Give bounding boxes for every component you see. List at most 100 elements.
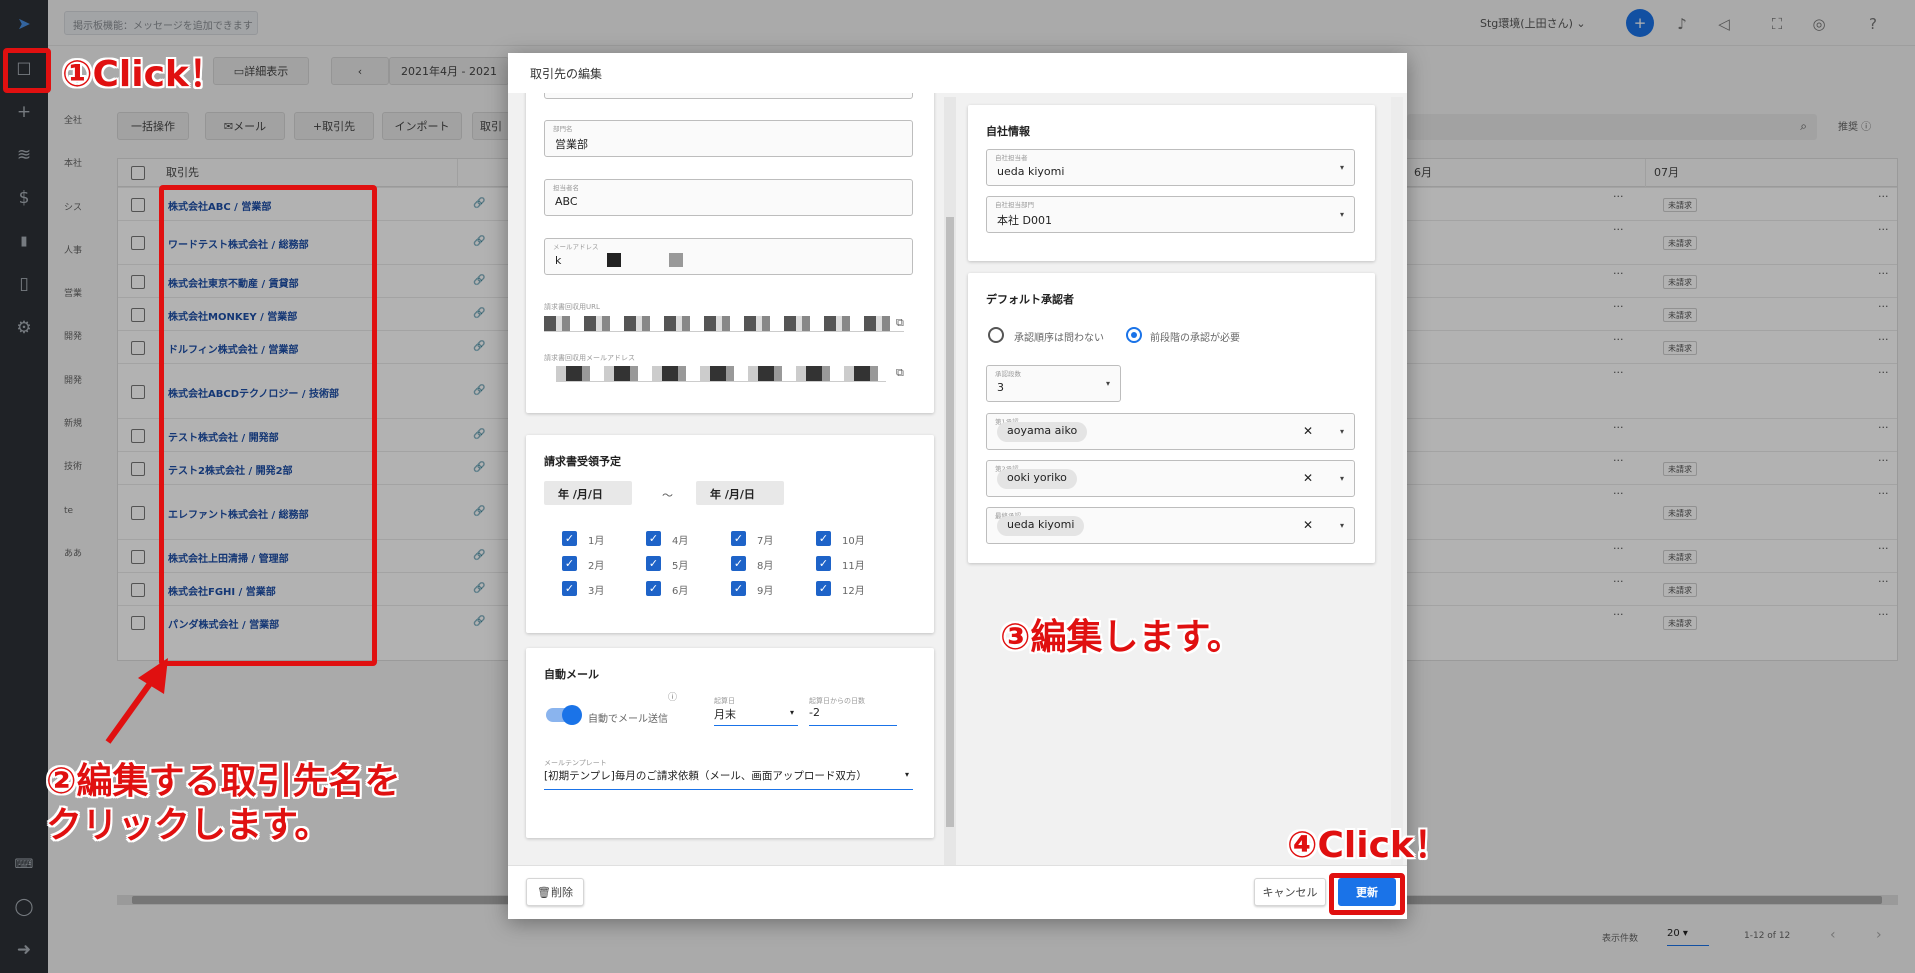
month-checkbox[interactable]: ✓ — [646, 531, 661, 546]
clear-icon[interactable]: ✕ — [1303, 471, 1313, 485]
month-label: 8月 — [757, 561, 774, 572]
copy-icon[interactable]: ⧉ — [896, 316, 904, 330]
approver-2-chip: ooki yoriko — [997, 469, 1077, 489]
template-label: メールテンプレート — [544, 759, 607, 767]
radio-any-order[interactable] — [988, 327, 1004, 343]
date-from-input[interactable]: 年 /月/日 — [544, 481, 632, 505]
contact-label: 担当者名 — [553, 184, 579, 192]
email-field[interactable]: メールアドレス k — [544, 238, 913, 275]
email-label: メールアドレス — [553, 243, 599, 251]
owner-dept-select[interactable]: 自社担当部門 本社 D001 ▾ — [986, 196, 1355, 233]
owner-label: 自社担当者 — [995, 154, 1028, 162]
month-label: 10月 — [842, 536, 865, 547]
owner-select[interactable]: 自社担当者 ueda kiyomi ▾ — [986, 149, 1355, 186]
month-label: 5月 — [672, 561, 689, 572]
month-checkbox[interactable]: ✓ — [646, 556, 661, 571]
month-label: 2月 — [588, 561, 605, 572]
date-to-input[interactable]: 年 /月/日 — [696, 481, 784, 505]
left-pane-scrollbar[interactable] — [944, 97, 956, 887]
annotation-step3: ③編集します。 — [1000, 617, 1243, 658]
chevron-down-icon: ▾ — [1339, 521, 1344, 530]
month-checkbox[interactable]: ✓ — [562, 556, 577, 571]
clear-icon[interactable]: ✕ — [1303, 518, 1313, 532]
default-approver-card: デフォルト承認者 承認順序は問わない 前段階の承認が必要 承認段数 3 ▾ 第1… — [968, 273, 1375, 563]
steps-select[interactable]: 承認段数 3 ▾ — [986, 365, 1121, 402]
copy-icon[interactable]: ⧉ — [896, 366, 904, 380]
redacted-block — [669, 253, 683, 267]
send-day-label: 起算日 — [714, 697, 735, 705]
radio-sequential[interactable] — [1126, 327, 1142, 343]
approver-1-select[interactable]: 第1承認 aoyama aiko ✕ ▾ — [986, 413, 1355, 450]
contact-field[interactable]: 担当者名 ABC — [544, 179, 913, 216]
month-label: 7月 — [757, 536, 774, 547]
month-checkbox[interactable]: ✓ — [562, 531, 577, 546]
annotation-box-client-names — [159, 185, 377, 666]
delete-button[interactable]: 🗑 削除 — [526, 878, 584, 906]
clear-icon[interactable]: ✕ — [1303, 424, 1313, 438]
info-icon[interactable]: ⓘ — [668, 690, 677, 703]
final-approver-select[interactable]: 最終承認 ueda kiyomi ✕ ▾ — [986, 507, 1355, 544]
dept-field[interactable]: 部門名 営業部 — [544, 120, 913, 157]
owner-value: ueda kiyomi — [997, 165, 1065, 178]
company-title: 自社情報 — [986, 125, 1030, 138]
chevron-down-icon: ▾ — [1339, 427, 1344, 436]
template-value: [初期テンプレ]毎月のご請求依頼（メール、画面アップロード双方） — [544, 770, 867, 782]
send-day-value: 月末 — [714, 708, 736, 721]
collect-email-redacted — [556, 366, 886, 382]
steps-label: 承認段数 — [995, 370, 1021, 378]
month-label: 1月 — [588, 536, 605, 547]
email-value: k — [555, 254, 562, 267]
month-checkbox[interactable]: ✓ — [646, 581, 661, 596]
month-checkbox[interactable]: ✓ — [731, 556, 746, 571]
dept-label: 部門名 — [553, 125, 573, 133]
annotation-arrow — [105, 658, 168, 744]
month-checkbox[interactable]: ✓ — [816, 581, 831, 596]
url-label: 請求書回収用URL — [544, 303, 600, 311]
chevron-down-icon: ▾ — [1105, 379, 1110, 388]
edit-client-modal: 取引先の編集 部門名 営業部 担当者名 ABC メールアドレス k 請求書回収用… — [508, 53, 1407, 919]
delete-label: 削除 — [550, 886, 573, 899]
auto-mail-toggle[interactable] — [546, 705, 582, 725]
modal-left-pane: 部門名 営業部 担当者名 ABC メールアドレス k 請求書回収用URL ⧉ 請… — [508, 93, 948, 863]
upper-field[interactable] — [544, 93, 913, 99]
approver-1-chip: aoyama aiko — [997, 422, 1088, 442]
collect-email-label: 請求書回収用メールアドレス — [544, 354, 635, 362]
chevron-down-icon: ▾ — [1339, 163, 1344, 172]
approver-title: デフォルト承認者 — [986, 293, 1074, 306]
month-checkbox[interactable]: ✓ — [816, 556, 831, 571]
annotation-box-inbox — [3, 48, 51, 93]
month-checkbox[interactable]: ✓ — [731, 581, 746, 596]
month-label: 9月 — [757, 586, 774, 597]
offset-input[interactable]: -2 — [809, 706, 897, 726]
contact-card: 部門名 営業部 担当者名 ABC メールアドレス k 請求書回収用URL ⧉ 請… — [526, 93, 934, 413]
final-approver-chip: ueda kiyomi — [997, 516, 1085, 536]
radio-seq-label: 前段階の承認が必要 — [1150, 333, 1240, 344]
receive-title: 請求書受領予定 — [544, 455, 621, 468]
auto-mail-title: 自動メール — [544, 668, 599, 681]
approver-2-select[interactable]: 第2承認 ooki yoriko ✕ ▾ — [986, 460, 1355, 497]
month-label: 3月 — [588, 586, 605, 597]
month-label: 11月 — [842, 561, 865, 572]
annotation-step4: ④Click！ — [1287, 825, 1450, 866]
offset-label: 起算日からの日数 — [809, 697, 865, 705]
annotation-step1: ①Click！ — [62, 54, 225, 95]
modal-footer: 🗑 削除 キャンセル 更新 — [508, 865, 1407, 919]
steps-value: 3 — [997, 381, 1004, 394]
month-checkbox[interactable]: ✓ — [816, 531, 831, 546]
right-pane-scrollbar[interactable] — [1391, 97, 1403, 887]
auto-mail-card: 自動メール 自動でメール送信 ⓘ 起算日 月末 ▾ 起算日からの日数 -2 メール… — [526, 648, 934, 838]
month-checkbox[interactable]: ✓ — [731, 531, 746, 546]
month-checkbox[interactable]: ✓ — [562, 581, 577, 596]
month-label: 6月 — [672, 586, 689, 597]
auto-mail-toggle-label: 自動でメール送信 — [588, 714, 668, 725]
redacted-block — [607, 253, 621, 267]
month-label: 4月 — [672, 536, 689, 547]
cancel-button[interactable]: キャンセル — [1254, 878, 1326, 906]
send-day-select[interactable]: 月末 ▾ — [714, 706, 798, 726]
receive-schedule-card: 請求書受領予定 年 /月/日 〜 年 /月/日 ✓ 1月 ✓ 4月 ✓ 7月 ✓ 10月 ✓ 2月… — [526, 435, 934, 633]
modal-title: 取引先の編集 — [508, 53, 1407, 93]
radio-any-label: 承認順序は問わない — [1014, 333, 1104, 344]
template-select[interactable]: [初期テンプレ]毎月のご請求依頼（メール、画面アップロード双方） ▾ — [544, 768, 913, 790]
dept-value: 営業部 — [555, 138, 588, 151]
annotation-step2: ②編集する取引先名を クリックします。 — [46, 760, 400, 848]
